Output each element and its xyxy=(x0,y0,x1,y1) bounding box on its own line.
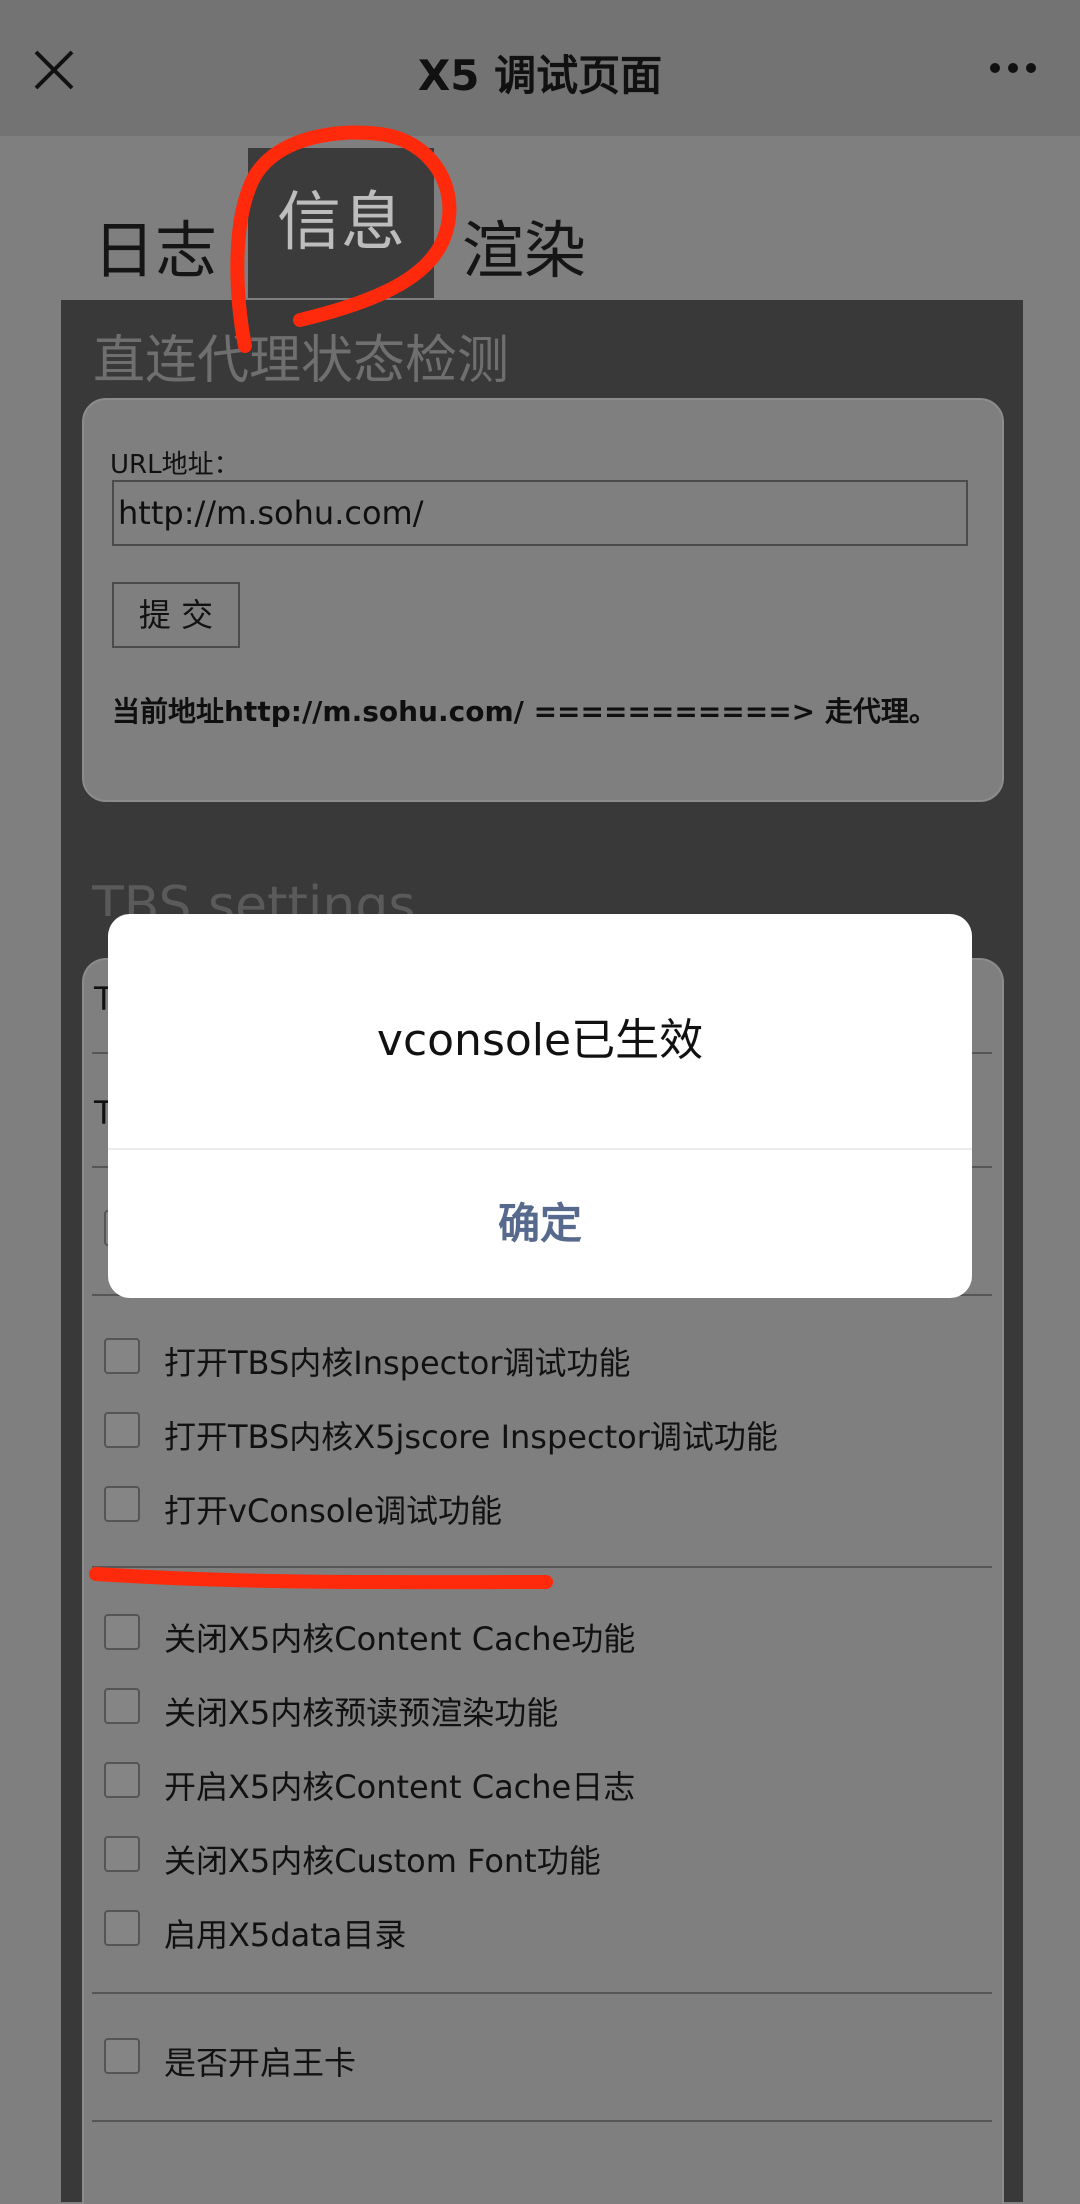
checkbox[interactable] xyxy=(104,1836,140,1872)
tab-log[interactable]: 日志 xyxy=(93,200,217,290)
checkbox[interactable] xyxy=(104,1486,140,1522)
top-bar: X5 调试页面 xyxy=(0,0,1080,136)
checkbox-label: 打开vConsole调试功能 xyxy=(164,1492,502,1530)
checkbox[interactable] xyxy=(104,1338,140,1374)
confirm-button[interactable]: 确定 xyxy=(108,1150,972,1298)
checkbox-label: 启用X5data目录 xyxy=(164,1916,407,1954)
dialog-message: vconsole已生效 xyxy=(376,1015,704,1066)
more-options-icon[interactable] xyxy=(990,58,1050,74)
checkbox[interactable] xyxy=(104,1910,140,1946)
checkbox-label: 关闭X5内核Custom Font功能 xyxy=(164,1842,601,1880)
submit-button[interactable]: 提 交 xyxy=(112,582,240,648)
proxy-status-text: 当前地址http://m.sohu.com/ ===========> 走代理。 xyxy=(112,695,937,728)
checkbox-label: 打开TBS内核Inspector调试功能 xyxy=(164,1344,631,1382)
divider xyxy=(92,1566,992,1568)
alert-dialog: vconsole已生效 确定 xyxy=(108,914,972,1298)
checkbox-label: 关闭X5内核Content Cache功能 xyxy=(164,1620,636,1658)
proxy-check-card: URL地址： http://m.sohu.com/ 提 交 当前地址http:/… xyxy=(82,398,1004,802)
checkbox[interactable] xyxy=(104,2038,140,2074)
page-title: X5 调试页面 xyxy=(417,51,663,100)
tab-info[interactable]: 信息 xyxy=(248,148,434,298)
checkbox-label: 开启X5内核Content Cache日志 xyxy=(164,1768,636,1806)
proxy-section-title: 直连代理状态检测 xyxy=(93,331,510,391)
checkbox[interactable] xyxy=(104,1412,140,1448)
checkbox[interactable] xyxy=(104,1614,140,1650)
checkbox-label: 关闭X5内核预读预渲染功能 xyxy=(164,1694,559,1732)
checkbox-label: 是否开启王卡 xyxy=(164,2044,357,2082)
checkbox[interactable] xyxy=(104,1688,140,1724)
checkbox-label: 打开TBS内核X5jscore Inspector调试功能 xyxy=(164,1418,778,1456)
divider xyxy=(92,2120,992,2122)
tbs-settings-title: TBS settings xyxy=(92,876,416,916)
url-input[interactable]: http://m.sohu.com/ xyxy=(112,480,968,546)
tab-render[interactable]: 渲染 xyxy=(462,200,586,290)
checkbox[interactable] xyxy=(104,1762,140,1798)
divider xyxy=(92,1992,992,1994)
url-label: URL地址： xyxy=(110,450,240,480)
